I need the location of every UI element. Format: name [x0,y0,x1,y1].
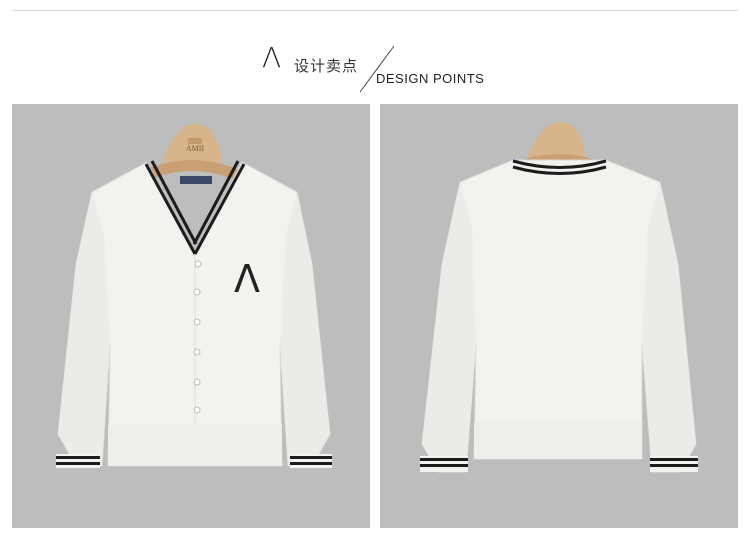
hanger-brand-text: AMII [186,144,205,153]
front-view-photo: AMII Λ [12,104,370,528]
front-cardigan-illustration: AMII Λ [56,123,332,468]
section-title-english: DESIGN POINTS [376,71,485,86]
top-divider [12,10,738,11]
back-view-photo [380,104,738,528]
header-banner: Λ 设计卖点 DESIGN POINTS [0,0,750,100]
brand-logo-icon: Λ [262,41,282,74]
chest-logo-icon: Λ [234,257,260,301]
back-cardigan-illustration [420,121,698,473]
section-title-chinese: 设计卖点 [294,58,359,75]
slash-divider [359,45,395,93]
